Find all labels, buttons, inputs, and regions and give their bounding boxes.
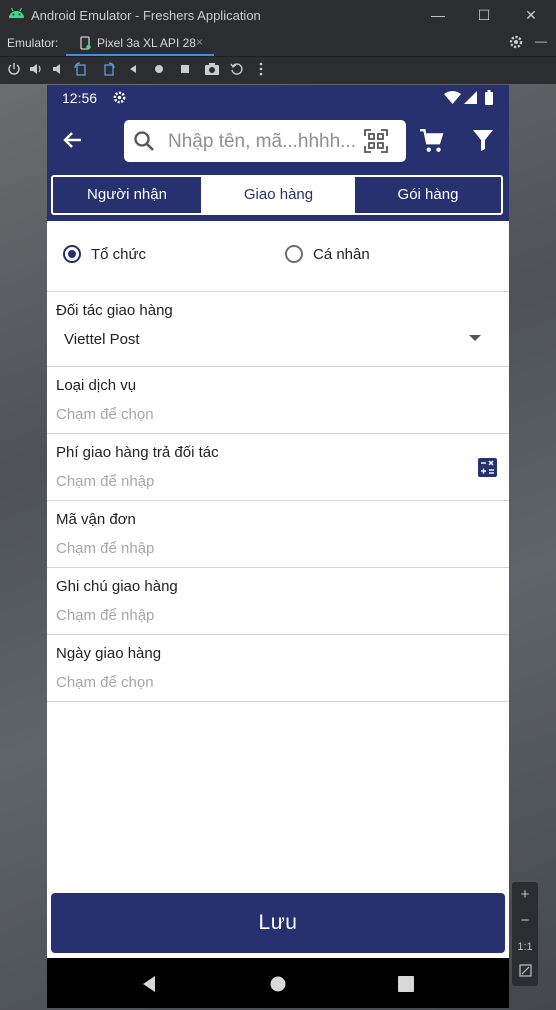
- delivery-date-label: Ngày giao hàng: [56, 645, 162, 662]
- delivery-date-field[interactable]: Ngày giao hàng Chạm để chọn: [47, 635, 509, 702]
- cart-icon[interactable]: [419, 128, 445, 159]
- nav-recents-icon[interactable]: [398, 975, 414, 998]
- close-button[interactable]: ✕: [519, 4, 543, 26]
- tracking-code-label: Mã vận đơn: [56, 511, 136, 528]
- tracking-code-placeholder: Chạm để nhập: [56, 540, 155, 557]
- emulator-label: Emulator:: [7, 36, 59, 50]
- dropdown-arrow-icon: [469, 335, 481, 341]
- radio-selected-indicator: [63, 245, 81, 263]
- rotate-right-icon[interactable]: [100, 62, 116, 78]
- radio-individual-label: Cá nhân: [313, 246, 370, 263]
- window-title: Android Emulator - Freshers Application: [31, 8, 261, 23]
- partner-label: Đối tác giao hàng: [56, 302, 173, 319]
- battery-icon: [485, 90, 493, 108]
- emulator-toolbar: [0, 57, 556, 84]
- shipping-fee-placeholder: Chạm để nhập: [56, 473, 155, 490]
- zoom-in-button[interactable]: +: [512, 882, 538, 908]
- search-icon: [133, 130, 155, 157]
- zoom-tools: + − 1:1: [512, 882, 538, 986]
- home-key-icon[interactable]: [153, 62, 169, 78]
- emulator-settings-icon[interactable]: [508, 34, 524, 53]
- rotate-left-icon[interactable]: [73, 62, 89, 78]
- nav-back-icon[interactable]: [141, 975, 157, 998]
- android-nav-bar: [47, 958, 509, 1008]
- tab-bar: Người nhận Giao hàng Gói hàng: [51, 175, 503, 215]
- delivery-note-field[interactable]: Ghi chú giao hàng Chạm để nhập: [47, 568, 509, 635]
- filter-icon[interactable]: [472, 128, 494, 157]
- emulator-tab-bar: Emulator: Pixel 3a XL API 28 × —: [0, 30, 556, 57]
- nav-home-icon[interactable]: [269, 975, 287, 998]
- delivery-note-placeholder: Chạm để nhập: [56, 607, 155, 624]
- qr-scan-icon[interactable]: [364, 129, 388, 158]
- android-icon: [8, 7, 25, 22]
- settings-notification-icon: [112, 90, 127, 108]
- service-type-label: Loại dịch vụ: [56, 377, 137, 394]
- volume-up-icon[interactable]: [29, 62, 45, 78]
- zoom-out-button[interactable]: −: [512, 908, 538, 934]
- status-bar: 12:56: [47, 85, 509, 111]
- device-tab-label: Pixel 3a XL API 28: [97, 36, 196, 50]
- tab-recipient[interactable]: Người nhận: [53, 177, 202, 213]
- wifi-icon: [444, 91, 461, 107]
- tab-delivery[interactable]: Giao hàng: [202, 177, 355, 213]
- service-type-field[interactable]: Loại dịch vụ Chạm để chọn: [47, 367, 509, 434]
- service-type-placeholder: Chạm để chọn: [56, 406, 154, 423]
- status-time: 12:56: [62, 90, 98, 106]
- tab-device[interactable]: Pixel 3a XL API 28 ×: [66, 30, 214, 56]
- tracking-code-field[interactable]: Mã vận đơn Chạm để nhập: [47, 501, 509, 568]
- emulator-menu-dash[interactable]: —: [535, 34, 547, 48]
- fit-screen-icon[interactable]: [512, 960, 538, 986]
- search-box[interactable]: [124, 120, 406, 162]
- delivery-note-label: Ghi chú giao hàng: [56, 578, 178, 595]
- window-title-bar: Android Emulator - Freshers Application …: [0, 0, 556, 30]
- back-key-icon[interactable]: [127, 62, 143, 78]
- volume-down-icon[interactable]: [51, 62, 67, 78]
- maximize-button[interactable]: ☐: [472, 4, 496, 26]
- calculator-icon[interactable]: [478, 458, 497, 477]
- minimize-button[interactable]: —: [426, 4, 450, 26]
- screenshot-icon[interactable]: [204, 62, 220, 78]
- shipping-fee-field[interactable]: Phí giao hàng trả đối tác Chạm để nhập: [47, 434, 509, 501]
- recipient-type-group: Tổ chức Cá nhân: [47, 221, 509, 292]
- delivery-date-placeholder: Chạm để chọn: [56, 674, 154, 691]
- actual-size-button[interactable]: 1:1: [512, 934, 538, 960]
- tab-package[interactable]: Gói hàng: [355, 177, 501, 213]
- shipping-fee-label: Phí giao hàng trả đối tác: [56, 444, 219, 461]
- partner-dropdown[interactable]: Đối tác giao hàng Viettel Post: [47, 292, 509, 367]
- snapshot-icon[interactable]: [230, 62, 246, 78]
- partner-value: Viettel Post: [64, 331, 140, 348]
- close-tab-icon[interactable]: ×: [196, 35, 203, 49]
- save-button[interactable]: Lưu: [51, 893, 505, 953]
- more-options-icon[interactable]: [258, 62, 274, 78]
- radio-organization-label: Tổ chức: [91, 246, 147, 263]
- app-bar: Người nhận Giao hàng Gói hàng: [47, 111, 509, 221]
- device-icon: [80, 36, 91, 53]
- search-input[interactable]: [166, 130, 360, 154]
- phone-screen: 12:56 Nhập tên, mã...hhhh... Người nhận …: [47, 85, 509, 1008]
- power-icon[interactable]: [7, 62, 23, 78]
- back-arrow-icon[interactable]: [61, 128, 91, 158]
- signal-icon: [464, 91, 477, 107]
- overview-key-icon[interactable]: [179, 62, 195, 78]
- radio-unselected-indicator: [285, 245, 303, 263]
